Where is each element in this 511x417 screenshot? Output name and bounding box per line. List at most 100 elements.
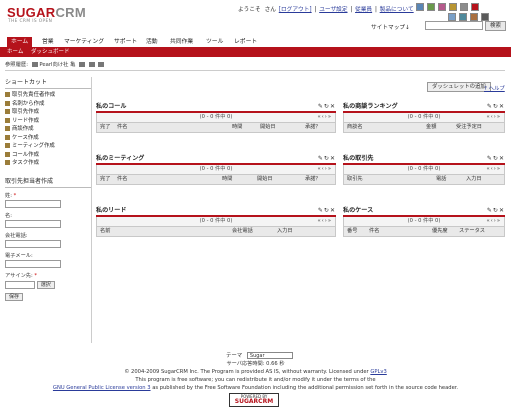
logout-link[interactable]: [ログアウト] <box>279 7 312 13</box>
greeting-suffix: さん <box>264 7 276 13</box>
dashlet-title: 私のリード <box>96 207 127 214</box>
column-header[interactable]: ステータス <box>459 227 485 236</box>
sidebar: ショートカット 取引先責任者作成 名刺から作成 取引先作成 リード作成 商談作成… <box>5 77 92 343</box>
search-button[interactable]: 検索 <box>485 21 506 31</box>
shortcut-item[interactable]: ケース作成 <box>5 134 91 143</box>
column-header[interactable]: 番号 <box>347 227 357 236</box>
column-header[interactable]: 時間 <box>222 175 232 184</box>
dashlet-my-accounts: 私の取引先 ✎↻✕ (0 - 0 件中 0) «‹›» 取引先 電話 入力日 <box>343 155 505 185</box>
column-header[interactable]: 開始日 <box>257 175 273 184</box>
tab-collaboration[interactable]: 共同作業 <box>170 37 193 47</box>
color-swatch[interactable] <box>438 3 446 11</box>
column-header[interactable]: 金額 <box>426 123 436 132</box>
dashlet-tools[interactable]: ✎↻✕ <box>318 155 336 163</box>
dashlet-tools[interactable]: ✎↻✕ <box>318 207 336 215</box>
color-swatch[interactable] <box>471 3 479 11</box>
help-link[interactable]: ? ヘルプ <box>484 84 505 92</box>
column-header[interactable]: 時間 <box>232 123 242 132</box>
color-swatch[interactable] <box>449 3 457 11</box>
tab-marketing[interactable]: マーケティング <box>64 37 104 47</box>
color-swatch[interactable] <box>416 3 424 11</box>
subnav-dashboard[interactable]: ダッシュボード <box>31 48 70 57</box>
color-swatch[interactable] <box>448 13 456 21</box>
shortcut-label: ミーティング作成 <box>12 143 55 149</box>
column-header[interactable]: 開始日 <box>260 123 276 132</box>
column-header[interactable]: 名前 <box>100 227 110 236</box>
column-header[interactable]: 優先度 <box>432 227 448 236</box>
pagination-arrows[interactable]: «‹›» <box>487 217 502 226</box>
edit-icon[interactable] <box>79 62 86 67</box>
column-header[interactable]: 完了 <box>100 123 110 132</box>
dashlet-tools[interactable]: ✎↻✕ <box>487 155 505 163</box>
user-settings-link[interactable]: ユーザ設定 <box>319 7 347 13</box>
tab-reports[interactable]: レポート <box>234 37 257 47</box>
copyright-line: © 2004-2009 SugarCRM Inc. The Program is… <box>0 369 511 375</box>
shortcut-item[interactable]: 取引先責任者作成 <box>5 91 91 100</box>
assigned-user-input[interactable] <box>5 280 35 289</box>
column-header[interactable]: 件名 <box>117 175 127 184</box>
dashlet-tools[interactable]: ✎↻✕ <box>487 103 505 111</box>
tab-activities[interactable]: 活動 <box>146 37 158 47</box>
shortcut-item[interactable]: コール作成 <box>5 151 91 160</box>
tab-home[interactable]: ホーム <box>7 37 33 47</box>
pagination-arrows[interactable]: «‹›» <box>487 165 502 174</box>
office-phone-input[interactable] <box>5 239 61 248</box>
column-header[interactable]: 取引先 <box>347 175 363 184</box>
theme-select[interactable]: Sugar <box>246 352 293 359</box>
color-swatch[interactable] <box>427 3 435 11</box>
create-opportunity-icon <box>5 126 10 131</box>
pagination-arrows[interactable]: «‹›» <box>318 113 333 122</box>
shortcut-item[interactable]: タスク作成 <box>5 159 91 168</box>
employees-link[interactable]: 従業員 <box>355 7 372 13</box>
dashlet-tools[interactable]: ✎↻✕ <box>487 207 505 215</box>
shortcut-item[interactable]: 商談作成 <box>5 125 91 134</box>
pagination-arrows[interactable]: «‹›» <box>318 165 333 174</box>
pagination-text: (0 - 0 件中 0) <box>199 114 233 120</box>
column-header[interactable]: 入力日 <box>277 227 293 236</box>
column-header[interactable]: 入力日 <box>466 175 482 184</box>
save-button[interactable]: 保存 <box>5 292 24 301</box>
about-link[interactable]: 製品について <box>380 7 414 13</box>
column-header[interactable]: 商談名 <box>347 123 363 132</box>
first-name-input[interactable] <box>5 219 61 228</box>
column-header[interactable]: 電話 <box>436 175 446 184</box>
column-header[interactable]: 件名 <box>117 123 127 132</box>
tab-tools[interactable]: ツール <box>206 37 223 47</box>
column-header[interactable]: 完了 <box>100 175 110 184</box>
column-header[interactable]: 会社電話 <box>232 227 253 236</box>
column-header[interactable]: 承諾？ <box>305 175 321 184</box>
color-swatch[interactable] <box>459 13 467 21</box>
shortcut-item[interactable]: 取引先作成 <box>5 108 91 117</box>
email-input[interactable] <box>5 259 61 268</box>
search-input[interactable] <box>425 21 483 30</box>
pagination-arrows[interactable]: «‹›» <box>487 113 502 122</box>
color-swatch[interactable] <box>470 13 478 21</box>
assigned-label: アサイン先: * <box>5 272 37 279</box>
column-header[interactable]: 承諾？ <box>305 123 321 132</box>
gpl-link[interactable]: GPLv3 <box>370 369 386 375</box>
add-dashlet-button[interactable]: ダッシュレットの追加 <box>427 82 491 92</box>
pagination-text: (0 - 0 件中 0) <box>199 166 233 172</box>
pagination-arrows[interactable]: «‹›» <box>318 217 333 226</box>
gnu-gpl-link[interactable]: GNU General Public License version 3 <box>53 385 151 391</box>
sitemap-link[interactable]: サイトマップ↓ <box>371 22 410 31</box>
shortcut-item[interactable]: リード作成 <box>5 117 91 126</box>
subnav-home[interactable]: ホーム <box>7 48 23 57</box>
tab-support[interactable]: サポート <box>114 37 137 47</box>
powered-by-sugarcrm-badge[interactable]: POWERED BY SUGARCRM <box>229 393 279 407</box>
color-swatch[interactable] <box>481 13 489 21</box>
edit-icon[interactable] <box>88 62 95 67</box>
view-icon[interactable] <box>98 62 105 67</box>
last-name-input[interactable] <box>5 199 61 208</box>
shortcut-item[interactable]: 名刺から作成 <box>5 100 91 109</box>
tab-sales[interactable]: 営業 <box>42 37 54 47</box>
column-header[interactable]: 件名 <box>369 227 379 236</box>
color-swatch[interactable] <box>460 3 468 11</box>
dashlet-my-leads: 私のリード ✎↻✕ (0 - 0 件中 0) «‹›» 名前 会社電話 入力日 <box>96 207 336 237</box>
column-header[interactable]: 受注予定日 <box>456 123 482 132</box>
select-button[interactable]: 選択 <box>36 280 55 289</box>
shortcut-item[interactable]: ミーティング作成 <box>5 142 91 151</box>
recent-item[interactable]: Pearl向け社 亀 <box>39 62 75 68</box>
dashlet-tools[interactable]: ✎↻✕ <box>318 103 336 111</box>
sugarcrm-logo[interactable]: SUGARCRM THE CRM IS OPEN <box>7 6 86 24</box>
